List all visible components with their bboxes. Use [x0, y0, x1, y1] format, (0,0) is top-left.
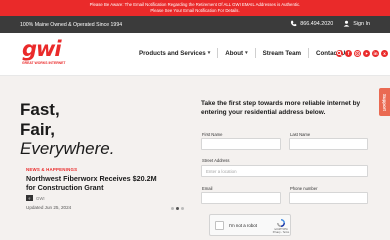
sign-in-label: Sign In: [353, 20, 370, 27]
phone-number-label: Phone number: [290, 186, 318, 191]
nav-divider: [308, 48, 310, 58]
x-icon[interactable]: x: [381, 50, 388, 57]
phone-number: 866.494.2020: [300, 20, 334, 27]
phone-link[interactable]: 866.494.2020: [290, 20, 333, 27]
nav-item-products[interactable]: Products and Services ▾: [139, 50, 210, 57]
phone-icon: [291, 20, 297, 27]
utility-links: 866.494.2020 Sign In: [290, 20, 370, 27]
hero-headline: Fast, Fair, Everywhere.: [20, 100, 114, 159]
phone-number-field[interactable]: [289, 192, 368, 204]
support-tab[interactable]: Support: [379, 88, 390, 116]
nav-item-label: About: [225, 49, 244, 57]
news-title-link[interactable]: Northwest Fiberworx Receives $20.2M for …: [26, 174, 166, 192]
headline-line: Everywhere.: [20, 139, 115, 158]
street-address-field[interactable]: [201, 165, 368, 177]
email-field[interactable]: [201, 192, 281, 204]
recaptcha-checkbox[interactable]: [215, 221, 224, 230]
logo-tagline: GREAT WORKS INTERNET: [22, 61, 66, 65]
carousel-dot[interactable]: [171, 207, 174, 210]
nav-item-stream-team[interactable]: Stream Team: [263, 50, 301, 57]
chevron-down-icon: ▾: [245, 50, 248, 56]
utility-tagline: 100% Maine Owned & Operated Since 1994: [20, 22, 123, 28]
carousel-dot[interactable]: [181, 207, 184, 210]
alert-banner: Please Be Aware: The Email Notification …: [0, 0, 390, 16]
nav-divider: [217, 48, 219, 58]
support-label: Support: [382, 93, 387, 111]
carousel-dots: [171, 207, 184, 210]
email-label: Email: [202, 186, 213, 191]
search-icon[interactable]: [336, 50, 343, 57]
linkedin-icon[interactable]: in: [372, 50, 379, 57]
nav-item-about[interactable]: About ▾: [225, 50, 247, 57]
news-meta: g GWI: [26, 195, 45, 201]
first-name-field[interactable]: [201, 138, 281, 150]
headline-line: Fast,: [20, 100, 60, 119]
main-nav: gwi GREAT WORKS INTERNET Products and Se…: [0, 33, 390, 76]
news-date: Updated Jun 25, 2024: [26, 205, 72, 210]
instagram-icon[interactable]: [354, 50, 361, 57]
facebook-icon[interactable]: f: [345, 50, 352, 57]
headline-line: Fair,: [20, 119, 55, 139]
hero-section: Fast, Fair, Everywhere. NEWS & HAPPENING…: [0, 76, 390, 240]
recaptcha-brand: reCAPTCHA Privacy - Terms: [271, 228, 291, 235]
user-icon: [343, 20, 350, 27]
nav-menu: Products and Services ▾ About ▾ Stream T…: [139, 48, 349, 58]
nav-item-label: Stream Team: [262, 49, 302, 57]
news-label: NEWS & HAPPENINGS: [26, 167, 78, 172]
recaptcha-icon: [277, 219, 285, 227]
youtube-icon[interactable]: [363, 50, 370, 57]
nav-divider: [254, 48, 256, 58]
logo[interactable]: gwi GREAT WORKS INTERNET: [22, 38, 70, 65]
carousel-dot-active[interactable]: [176, 207, 179, 210]
last-name-label: Last Name: [290, 132, 311, 137]
recaptcha-label: I'm not a robot: [229, 223, 257, 228]
street-address-label: Street Address: [202, 158, 230, 163]
recaptcha-widget: I'm not a robot reCAPTCHA Privacy - Term…: [209, 214, 291, 236]
utility-bar: 100% Maine Owned & Operated Since 1994 8…: [0, 16, 390, 33]
news-author: GWI: [36, 195, 45, 201]
sign-in-link[interactable]: Sign In: [343, 20, 370, 27]
logo-wordmark: gwi: [22, 37, 62, 61]
form-intro: Take the first step towards more reliabl…: [201, 100, 361, 116]
first-name-label: First Name: [202, 132, 223, 137]
nav-item-label: Products and Services: [139, 49, 206, 57]
chevron-down-icon: ▾: [207, 50, 211, 56]
alert-text: Please Be Aware: The Email Notification …: [89, 2, 301, 13]
social-links: f in x: [336, 50, 388, 57]
recaptcha-terms[interactable]: Privacy - Terms: [271, 231, 291, 235]
last-name-field[interactable]: [289, 138, 368, 150]
gwi-logo-icon: g: [26, 195, 33, 201]
